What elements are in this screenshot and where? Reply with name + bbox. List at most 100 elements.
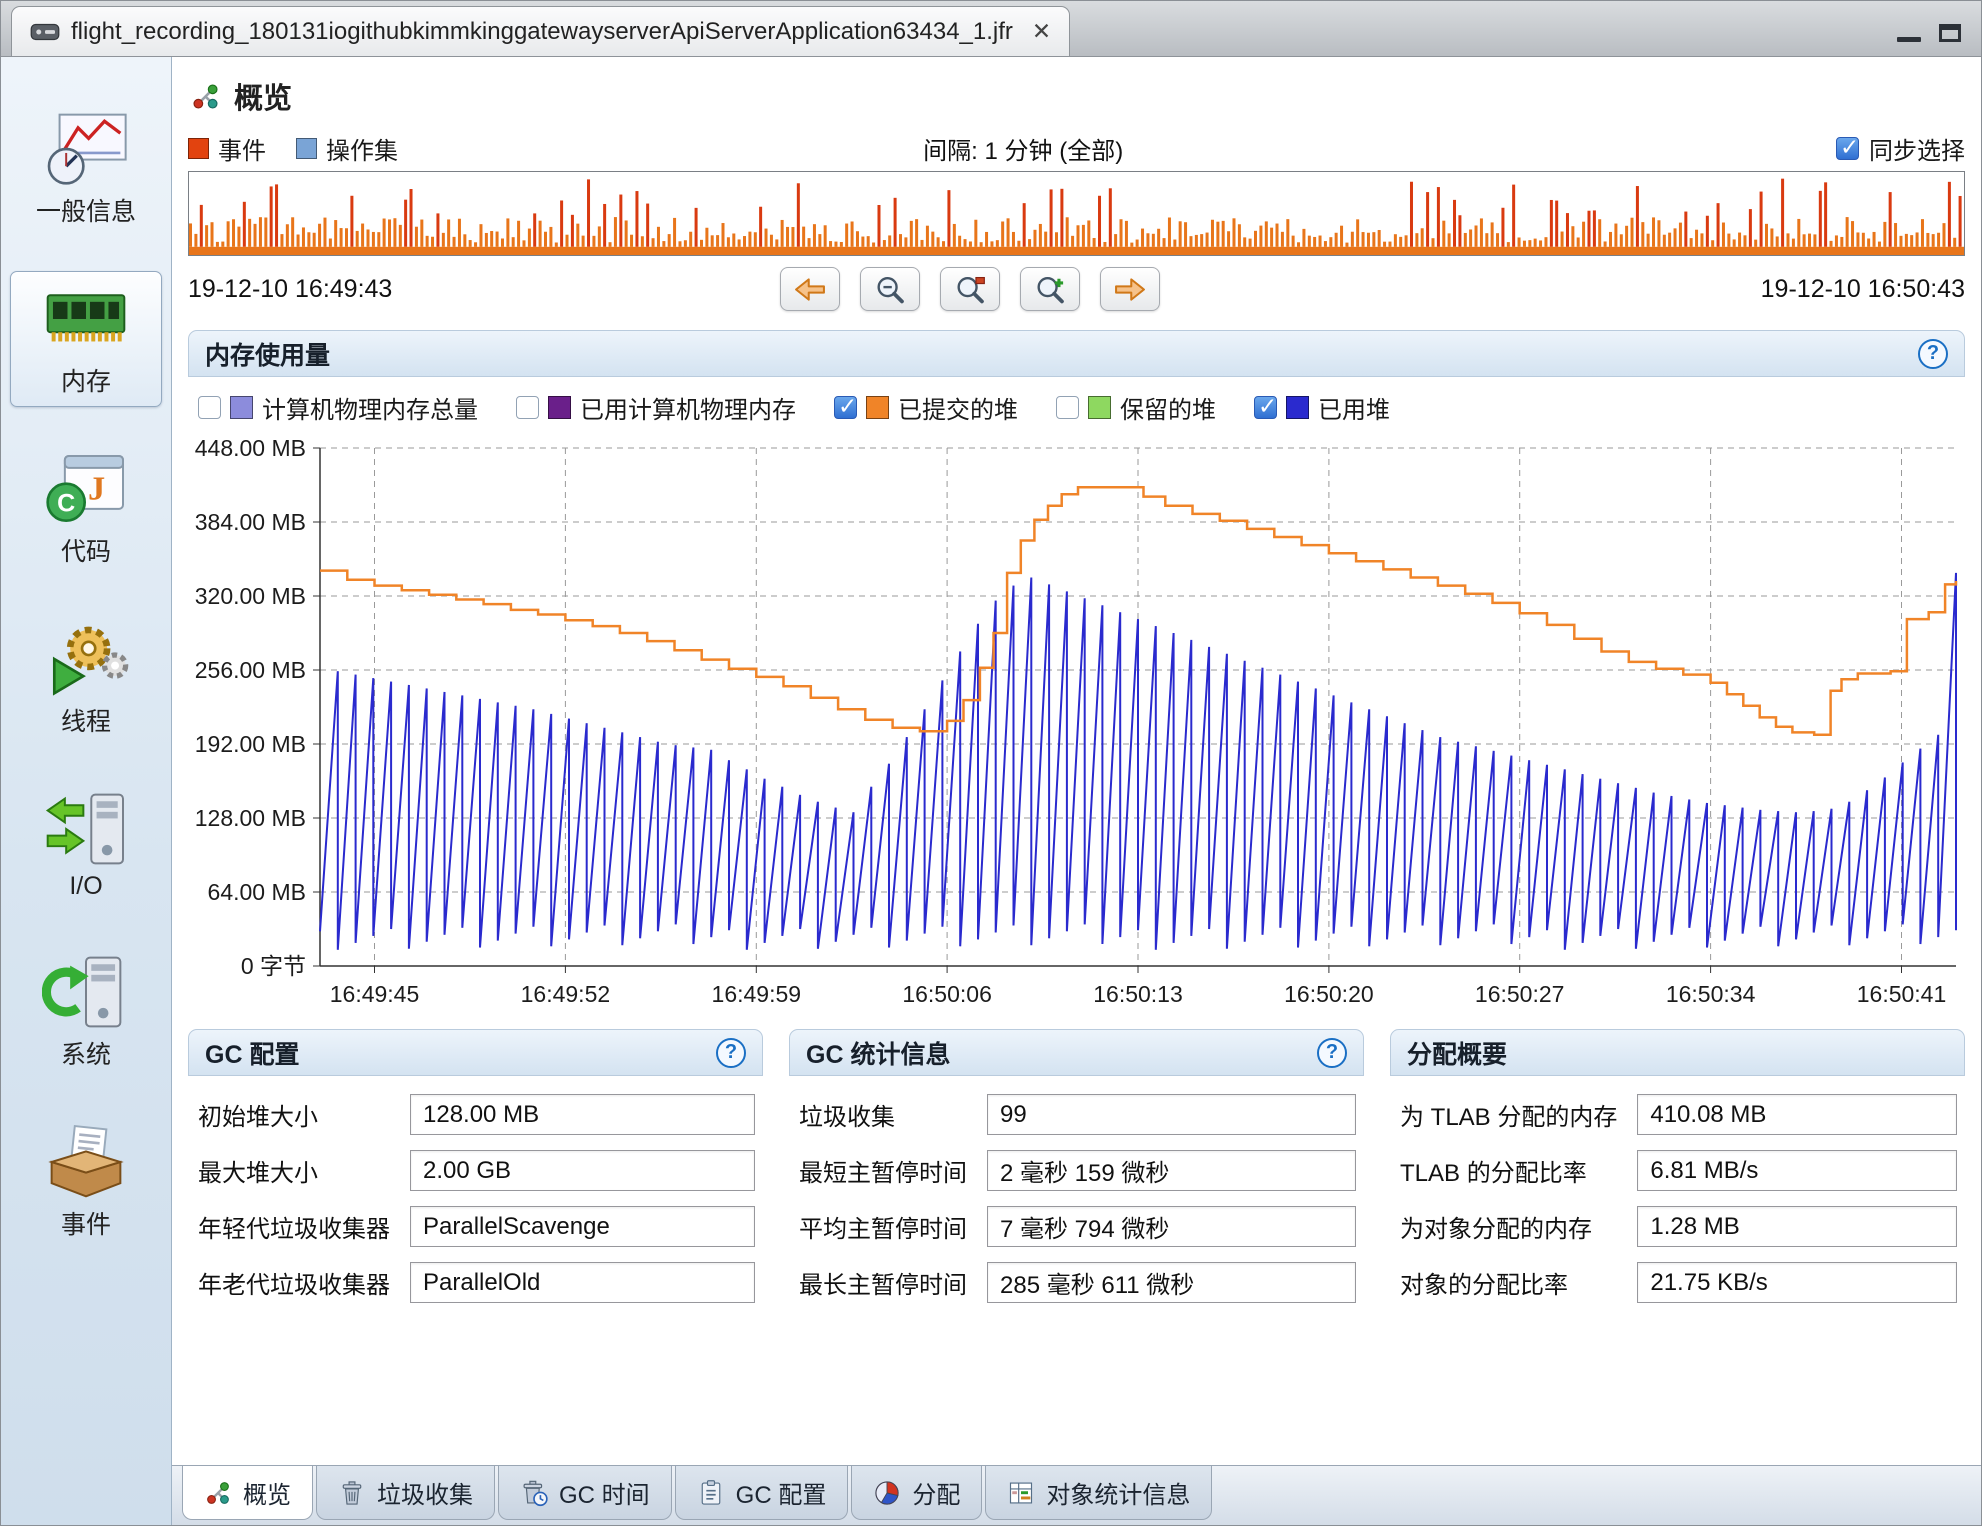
main-content: 概览 事件操作集 间隔: 1 分钟 (全部) 同步选择 19-12-10 16:…	[172, 57, 1981, 1525]
field-value[interactable]: 2.00 GB	[410, 1150, 755, 1191]
panel-title: 分配概要	[1407, 1035, 1507, 1071]
field-value[interactable]: 99	[987, 1094, 1356, 1135]
timeline-legend-row: 事件操作集 间隔: 1 分钟 (全部) 同步选择	[188, 125, 1965, 171]
jmc-window: flight_recording_180131iogithubkimmkingg…	[0, 0, 1982, 1526]
series-toggle-used-physical-memory[interactable]: 已用计算机物理内存	[516, 390, 796, 425]
bottom-tab-garbage-collection[interactable]: 垃圾收集	[316, 1466, 495, 1520]
legend-events-swatch	[188, 138, 209, 159]
sidebar-item-label: 线程	[61, 702, 111, 738]
memory-usage-section: 内存使用量 ? 计算机物理内存总量 已用计算机物理内存 已提交的堆 保留的堆 已用堆 4…	[188, 330, 1965, 1019]
gc-stats-header: GC 统计信息?	[789, 1029, 1364, 1076]
field-label: 最短主暂停时间	[799, 1153, 967, 1188]
svg-text:384.00 MB: 384.00 MB	[195, 509, 306, 535]
overview-icon	[204, 1479, 232, 1507]
zoom-selection-button[interactable]	[940, 267, 1000, 311]
bottom-tab-label: GC 时间	[559, 1475, 650, 1510]
sync-selection-checkbox[interactable]	[1836, 137, 1859, 160]
svg-text:16:50:41: 16:50:41	[1857, 981, 1947, 1007]
field-value[interactable]: ParallelOld	[410, 1262, 755, 1303]
sidebar-item-threads[interactable]: 线程	[10, 611, 162, 747]
zoom-in-button[interactable]	[1020, 267, 1080, 311]
field-value[interactable]: 7 毫秒 794 微秒	[987, 1206, 1356, 1247]
bottom-tab-object-stats[interactable]: 对象统计信息	[985, 1466, 1212, 1520]
io-icon	[42, 792, 130, 866]
window-controls	[1897, 22, 1981, 56]
series-checkbox[interactable]	[1254, 396, 1277, 419]
field-label: 垃圾收集	[799, 1097, 967, 1132]
sidebar-item-label: 事件	[61, 1205, 111, 1241]
alloc-summary-header: 分配概要	[1390, 1029, 1965, 1076]
bottom-tab-allocation[interactable]: 分配	[851, 1466, 982, 1520]
memory-icon	[42, 282, 130, 356]
help-icon[interactable]: ?	[716, 1038, 746, 1068]
memory-usage-title: 内存使用量	[205, 336, 330, 372]
field-value[interactable]: 21.75 KB/s	[1637, 1262, 1957, 1303]
series-label: 保留的堆	[1120, 390, 1216, 425]
field-value[interactable]: 2 毫秒 159 微秒	[987, 1150, 1356, 1191]
forward-button[interactable]	[1100, 267, 1160, 311]
bottom-tab-gc-config[interactable]: GC 配置	[675, 1466, 849, 1520]
series-color-swatch	[866, 396, 889, 419]
series-label: 计算机物理内存总量	[262, 390, 478, 425]
page-header: 概览	[188, 57, 1965, 125]
sidebar-item-system[interactable]: 系统	[10, 944, 162, 1080]
sidebar-item-io[interactable]: I/O	[10, 781, 162, 910]
bottom-tab-gc-time[interactable]: GC 时间	[498, 1466, 672, 1520]
zoom-out-icon	[871, 274, 909, 305]
sync-selection-toggle[interactable]: 同步选择	[1836, 131, 1965, 166]
system-icon	[42, 955, 130, 1029]
minimize-button[interactable]	[1897, 22, 1921, 42]
memory-usage-chart[interactable]: 448.00 MB384.00 MB320.00 MB256.00 MB192.…	[188, 434, 1964, 1019]
series-label: 已提交的堆	[898, 390, 1018, 425]
flight-recording-icon	[30, 22, 60, 42]
sidebar-item-label: 系统	[61, 1035, 111, 1071]
field-value[interactable]: ParallelScavenge	[410, 1206, 755, 1247]
series-color-swatch	[1286, 396, 1309, 419]
event-timeline-strip[interactable]	[188, 171, 1965, 256]
series-color-swatch	[230, 396, 253, 419]
field-value[interactable]: 1.28 MB	[1637, 1206, 1957, 1247]
legend-events: 事件	[188, 131, 266, 166]
series-checkbox[interactable]	[1056, 396, 1079, 419]
series-checkbox[interactable]	[516, 396, 539, 419]
content-area: 一般信息内存JC代码线程I/O系统事件 概览 事件操作集 间隔: 1 分钟 (全…	[1, 57, 1981, 1525]
bottom-tab-overview[interactable]: 概览	[182, 1466, 313, 1520]
maximize-button[interactable]	[1939, 22, 1961, 42]
alloc-summary-fields: 为 TLAB 分配的内存410.08 MBTLAB 的分配比率6.81 MB/s…	[1390, 1076, 1965, 1309]
sidebar-item-code[interactable]: JC代码	[10, 441, 162, 577]
svg-text:16:49:59: 16:49:59	[712, 981, 802, 1007]
help-icon[interactable]: ?	[1918, 339, 1948, 369]
legend-label: 操作集	[326, 131, 398, 166]
field-label: 对象的分配比率	[1400, 1265, 1617, 1300]
trash-clock-icon	[520, 1479, 548, 1507]
field-value[interactable]: 285 毫秒 611 微秒	[987, 1262, 1356, 1303]
series-label: 已用计算机物理内存	[580, 390, 796, 425]
sidebar-item-general[interactable]: 一般信息	[10, 101, 162, 237]
series-checkbox[interactable]	[198, 396, 221, 419]
field-label: 最长主暂停时间	[799, 1265, 967, 1300]
sidebar-item-label: I/O	[69, 872, 102, 901]
series-toggle-total-physical-memory[interactable]: 计算机物理内存总量	[198, 390, 478, 425]
sidebar-item-events[interactable]: 事件	[10, 1114, 162, 1250]
field-value[interactable]: 128.00 MB	[410, 1094, 755, 1135]
field-label: 平均主暂停时间	[799, 1209, 967, 1244]
bottom-tab-label: 概览	[243, 1475, 291, 1510]
series-checkbox[interactable]	[834, 396, 857, 419]
svg-text:16:50:13: 16:50:13	[1093, 981, 1183, 1007]
memory-series-toggles: 计算机物理内存总量 已用计算机物理内存 已提交的堆 保留的堆 已用堆	[188, 377, 1965, 434]
series-toggle-used-heap[interactable]: 已用堆	[1254, 390, 1390, 425]
svg-text:256.00 MB: 256.00 MB	[195, 657, 306, 683]
arrow-left-icon	[791, 274, 829, 305]
tab-close-icon[interactable]: ✕	[1032, 18, 1051, 45]
sidebar-item-memory[interactable]: 内存	[10, 271, 162, 407]
field-label: 最大堆大小	[198, 1153, 390, 1188]
field-value[interactable]: 410.08 MB	[1637, 1094, 1957, 1135]
summary-panels: GC 配置?初始堆大小128.00 MB最大堆大小2.00 GB年轻代垃圾收集器…	[188, 1029, 1965, 1309]
zoom-out-button[interactable]	[860, 267, 920, 311]
help-icon[interactable]: ?	[1317, 1038, 1347, 1068]
series-toggle-reserved-heap[interactable]: 保留的堆	[1056, 390, 1216, 425]
series-toggle-committed-heap[interactable]: 已提交的堆	[834, 390, 1018, 425]
editor-tab-jfr[interactable]: flight_recording_180131iogithubkimmkingg…	[11, 6, 1070, 56]
field-value[interactable]: 6.81 MB/s	[1637, 1150, 1957, 1191]
back-button[interactable]	[780, 267, 840, 311]
